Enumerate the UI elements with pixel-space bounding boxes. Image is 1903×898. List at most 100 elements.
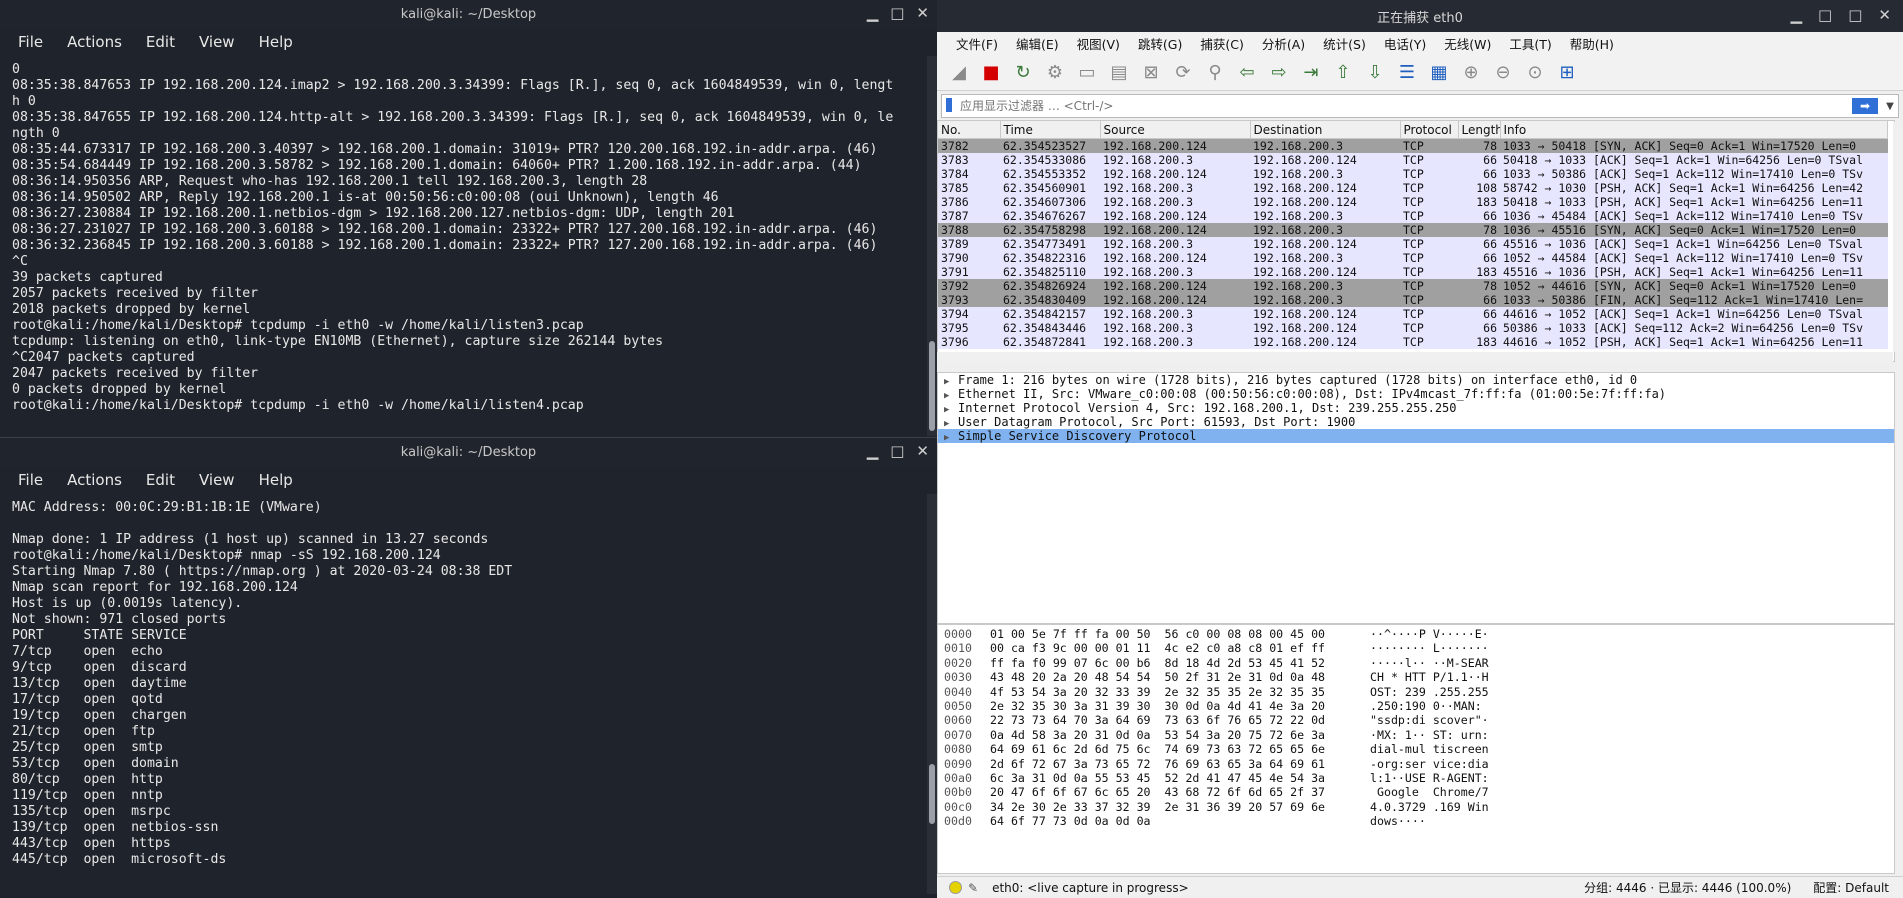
menu-wireless[interactable]: 无线(W) [1435,34,1500,53]
packet-row[interactable]: 3792 62.354826924 192.168.200.124 192.168.2… [938,279,1888,293]
shark-fin-start-icon[interactable]: ◢ [945,58,973,86]
find-packet-icon[interactable]: ⚲ [1201,58,1229,86]
close-file-icon[interactable]: ⊠ [1137,58,1165,86]
detail-tree-item[interactable]: ▶ Ethernet II, Src: VMware_c0:00:08 (00:5… [938,387,1894,401]
resize-columns-icon[interactable]: ⊞ [1553,58,1581,86]
terminal-scrollbar[interactable] [927,56,937,436]
scrollbar-thumb[interactable] [929,764,935,824]
profile[interactable]: 配置: Default [1813,879,1889,896]
menu-tools[interactable]: 工具(T) [1500,34,1560,53]
close-icon[interactable]: ✕ [1878,6,1891,24]
chevron-down-icon[interactable]: ▼ [1882,101,1898,112]
packet-list-hscrollbar[interactable] [937,352,1893,362]
save-file-icon[interactable]: ▤ [1105,58,1133,86]
packet-row[interactable]: 3787 62.354676267 192.168.200.124 192.168.2… [938,209,1888,223]
packet-row[interactable]: 3793 62.354830409 192.168.200.124 192.168.2… [938,293,1888,307]
menu-view[interactable]: 视图(V) [1068,34,1129,53]
packet-row[interactable]: 3785 62.354560901 192.168.200.3 192.168.200… [938,181,1888,195]
minimize-icon[interactable]: ▁ [1791,6,1803,24]
terminal-scrollbar[interactable] [927,494,937,894]
packet-row[interactable]: 3791 62.354825110 192.168.200.3 192.168.200… [938,265,1888,279]
reload-file-icon[interactable]: ⟳ [1169,58,1197,86]
stop-capture-icon[interactable]: ■ [977,58,1005,86]
go-first-packet-icon[interactable]: ⇧ [1329,58,1357,86]
close-icon[interactable]: ✕ [916,442,929,460]
comment-icon[interactable]: ✎ [968,881,978,895]
packet-row[interactable]: 3788 62.354758298 192.168.200.124 192.168.2… [938,223,1888,237]
menu-view[interactable]: View [199,471,235,489]
menu-actions[interactable]: Actions [67,471,122,489]
col-source[interactable]: Source [1100,121,1251,139]
terminal-titlebar[interactable]: kali@kali: ~/Desktop ▁ □ ✕ [0,438,937,466]
zoom-out-icon[interactable]: ⊖ [1489,58,1517,86]
open-file-icon[interactable]: ▭ [1073,58,1101,86]
apply-filter-icon[interactable]: ➡ [1852,98,1878,114]
menu-analyze[interactable]: 分析(A) [1253,34,1314,53]
zoom-in-icon[interactable]: ⊕ [1457,58,1485,86]
menu-go[interactable]: 跳转(G) [1129,34,1191,53]
detail-tree-item[interactable]: ▶ User Datagram Protocol, Src Port: 61593… [938,415,1894,429]
packet-row[interactable]: 3789 62.354773491 192.168.200.3 192.168.200… [938,237,1888,251]
terminal-titlebar[interactable]: kali@kali: ~/Desktop ▁ □ ✕ [0,0,937,28]
menu-edit[interactable]: Edit [146,471,175,489]
col-time[interactable]: Time [1000,121,1101,139]
terminal-window-bottom[interactable]: kali@kali: ~/Desktop ▁ □ ✕ File Actions … [0,437,937,897]
menu-help[interactable]: Help [259,471,293,489]
menu-edit[interactable]: Edit [146,33,175,51]
menu-capture[interactable]: 捕获(C) [1191,34,1252,53]
maximize-icon[interactable]: □ [890,4,904,22]
menu-telephony[interactable]: 电话(Y) [1375,34,1435,53]
menu-file[interactable]: 文件(F) [947,34,1007,53]
capture-options-icon[interactable]: ⚙ [1041,58,1069,86]
wireshark-window[interactable]: 正在捕获 eth0 ▁ □ □ ✕ 文件(F) 编辑(E) 视图(V) 跳转(G… [937,0,1903,898]
terminal-output[interactable]: MAC Address: 00:0C:29:B1:1B:1E (VMware) … [0,494,937,868]
packet-row[interactable]: 3782 62.354523527 192.168.200.124 192.168.2… [938,138,1888,153]
col-info[interactable]: Info [1500,121,1888,139]
col-length[interactable]: Length [1458,121,1501,139]
packet-details-pane[interactable]: ▶ Frame 1: 216 bytes on wire (1728 bits),… [937,372,1895,624]
zoom-reset-icon[interactable]: ⊙ [1521,58,1549,86]
maximize-icon[interactable]: □ [1848,6,1862,24]
wireshark-titlebar[interactable]: 正在捕获 eth0 ▁ □ □ ✕ [937,0,1903,32]
col-destination[interactable]: Destination [1250,121,1401,139]
maximize-icon[interactable]: □ [890,442,904,460]
terminal-output[interactable]: 0 08:35:38.847653 IP 192.168.200.124.imap… [0,56,937,414]
expand-arrow-icon[interactable]: ▶ [944,431,958,445]
minimize-icon[interactable]: ▁ [867,442,879,460]
restore-icon[interactable]: □ [1818,6,1832,24]
menu-file[interactable]: File [18,471,43,489]
packet-row[interactable]: 3790 62.354822316 192.168.200.124 192.168.2… [938,251,1888,265]
detail-tree-item[interactable]: ▶ Frame 1: 216 bytes on wire (1728 bits),… [938,373,1894,387]
packet-bytes-pane[interactable]: 0000 01 00 5e 7f ff fa 00 50 56 c0 00 08 … [937,624,1895,874]
packet-row[interactable]: 3784 62.354553352 192.168.200.124 192.168.2… [938,167,1888,181]
autoscroll-icon[interactable]: ☰ [1393,58,1421,86]
detail-tree-item[interactable]: ▶ Internet Protocol Version 4, Src: 192.1… [938,401,1894,415]
packet-row[interactable]: 3794 62.354842157 192.168.200.3 192.168.200… [938,307,1888,321]
menu-file[interactable]: File [18,33,43,51]
packet-row[interactable]: 3783 62.354533086 192.168.200.3 192.168.200… [938,153,1888,167]
terminal-window-top[interactable]: kali@kali: ~/Desktop ▁ □ ✕ File Actions … [0,0,937,437]
menu-help[interactable]: 帮助(H) [1561,34,1623,53]
packet-row[interactable]: 3786 62.354607306 192.168.200.3 192.168.200… [938,195,1888,209]
packet-list[interactable]: No. Time Source Destination Protocol Len… [937,120,1895,362]
expert-info-icon[interactable] [949,881,962,894]
menu-edit[interactable]: 编辑(E) [1007,34,1068,53]
go-forward-icon[interactable]: ⇨ [1265,58,1293,86]
col-no[interactable]: No. [938,121,1001,139]
go-back-icon[interactable]: ⇦ [1233,58,1261,86]
bookmark-icon[interactable] [946,98,952,112]
go-last-packet-icon[interactable]: ⇩ [1361,58,1389,86]
close-icon[interactable]: ✕ [916,4,929,22]
menu-help[interactable]: Help [259,33,293,51]
go-to-packet-icon[interactable]: ⇥ [1297,58,1325,86]
packet-row[interactable]: 3796 62.354872841 192.168.200.3 192.168.200… [938,335,1888,349]
menu-actions[interactable]: Actions [67,33,122,51]
minimize-icon[interactable]: ▁ [867,4,879,22]
restart-capture-icon[interactable]: ↻ [1009,58,1037,86]
packet-list-vscrollbar[interactable] [1893,122,1903,352]
colorize-icon[interactable]: ▦ [1425,58,1453,86]
menu-statistics[interactable]: 统计(S) [1314,34,1375,53]
col-protocol[interactable]: Protocol [1400,121,1459,139]
detail-tree-item[interactable]: ▶ Simple Service Discovery Protocol [938,429,1894,443]
packet-row[interactable]: 3795 62.354843446 192.168.200.3 192.168.200… [938,321,1888,335]
